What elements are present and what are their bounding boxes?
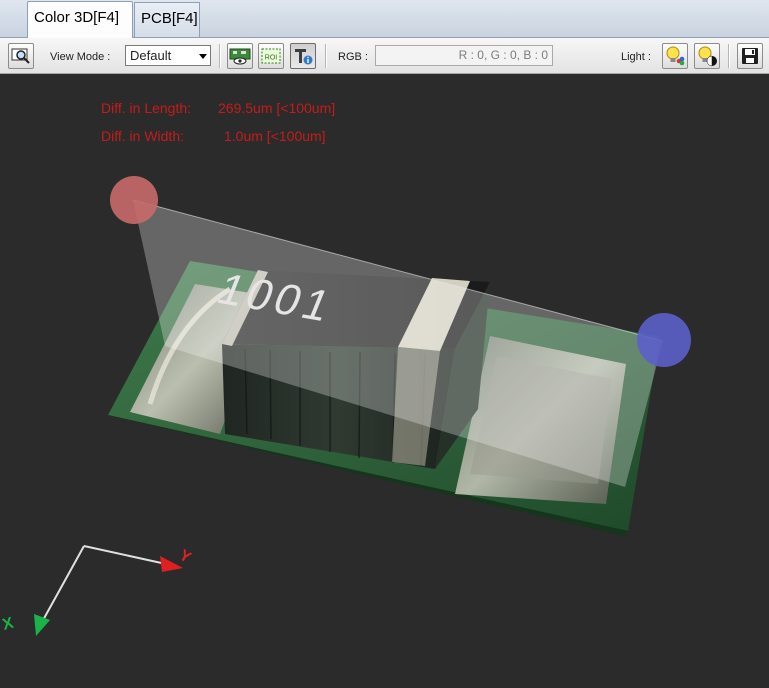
rgb-readout-field: R : 0, G : 0, B : 0	[375, 45, 553, 66]
y-axis-label: Y	[176, 547, 194, 567]
roi-icon: ROI	[261, 48, 281, 64]
diff-length-label: Diff. in Length:	[101, 100, 192, 116]
toolbar-divider	[219, 44, 221, 68]
save-button[interactable]	[737, 43, 763, 69]
tab-color-3d[interactable]: Color 3D[F4]	[27, 1, 133, 39]
light-label: Light :	[621, 51, 651, 63]
diff-width-label: Diff. in Width:	[101, 128, 184, 144]
roi-icon-text: ROI	[265, 55, 278, 62]
x-axis-line	[41, 545, 85, 623]
zoom-view-button[interactable]	[8, 43, 34, 69]
pcb-view-button[interactable]	[227, 43, 253, 69]
chevron-down-icon	[199, 54, 207, 59]
save-icon	[742, 48, 758, 64]
text-info-icon	[295, 49, 313, 65]
axis-gizmo: Y X	[1, 545, 194, 636]
x-axis-label: X	[1, 615, 16, 634]
toolbar-divider	[728, 44, 730, 68]
toolbar-divider	[325, 44, 327, 68]
light-color-button[interactable]	[662, 43, 688, 69]
view-mode-label: View Mode :	[50, 51, 111, 63]
toolbar: View Mode : Default ROI RGB : R : 0, G :…	[0, 38, 769, 74]
magnifier-monitor-icon	[11, 48, 30, 64]
tab-bar: Color 3D[F4] PCB[F4]	[0, 0, 769, 39]
color-bulb-icon	[666, 46, 685, 66]
y-axis-line	[83, 545, 167, 565]
tab-pcb[interactable]: PCB[F4]	[134, 2, 200, 37]
left-marker-sphere[interactable]	[110, 176, 158, 224]
pcb-eye-icon	[229, 48, 251, 65]
x-axis-arrow	[34, 614, 50, 636]
view-mode-value: Default	[130, 48, 172, 63]
view-mode-select[interactable]: Default	[125, 45, 211, 66]
roi-button[interactable]: ROI	[258, 43, 284, 69]
3d-viewport[interactable]: 1001 Y X Diff. in Length: 269.5um [<100u…	[0, 74, 769, 688]
text-overlay-button[interactable]	[290, 43, 316, 69]
3d-scene: 1001 Y X	[1, 176, 691, 636]
light-mono-button[interactable]	[694, 43, 720, 69]
rgb-label: RGB :	[338, 51, 368, 63]
mono-bulb-icon	[698, 46, 717, 67]
diff-length-value: 269.5um [<100um]	[218, 100, 336, 116]
diff-width-value: 1.0um [<100um]	[224, 128, 326, 144]
right-marker-sphere[interactable]	[637, 313, 691, 367]
